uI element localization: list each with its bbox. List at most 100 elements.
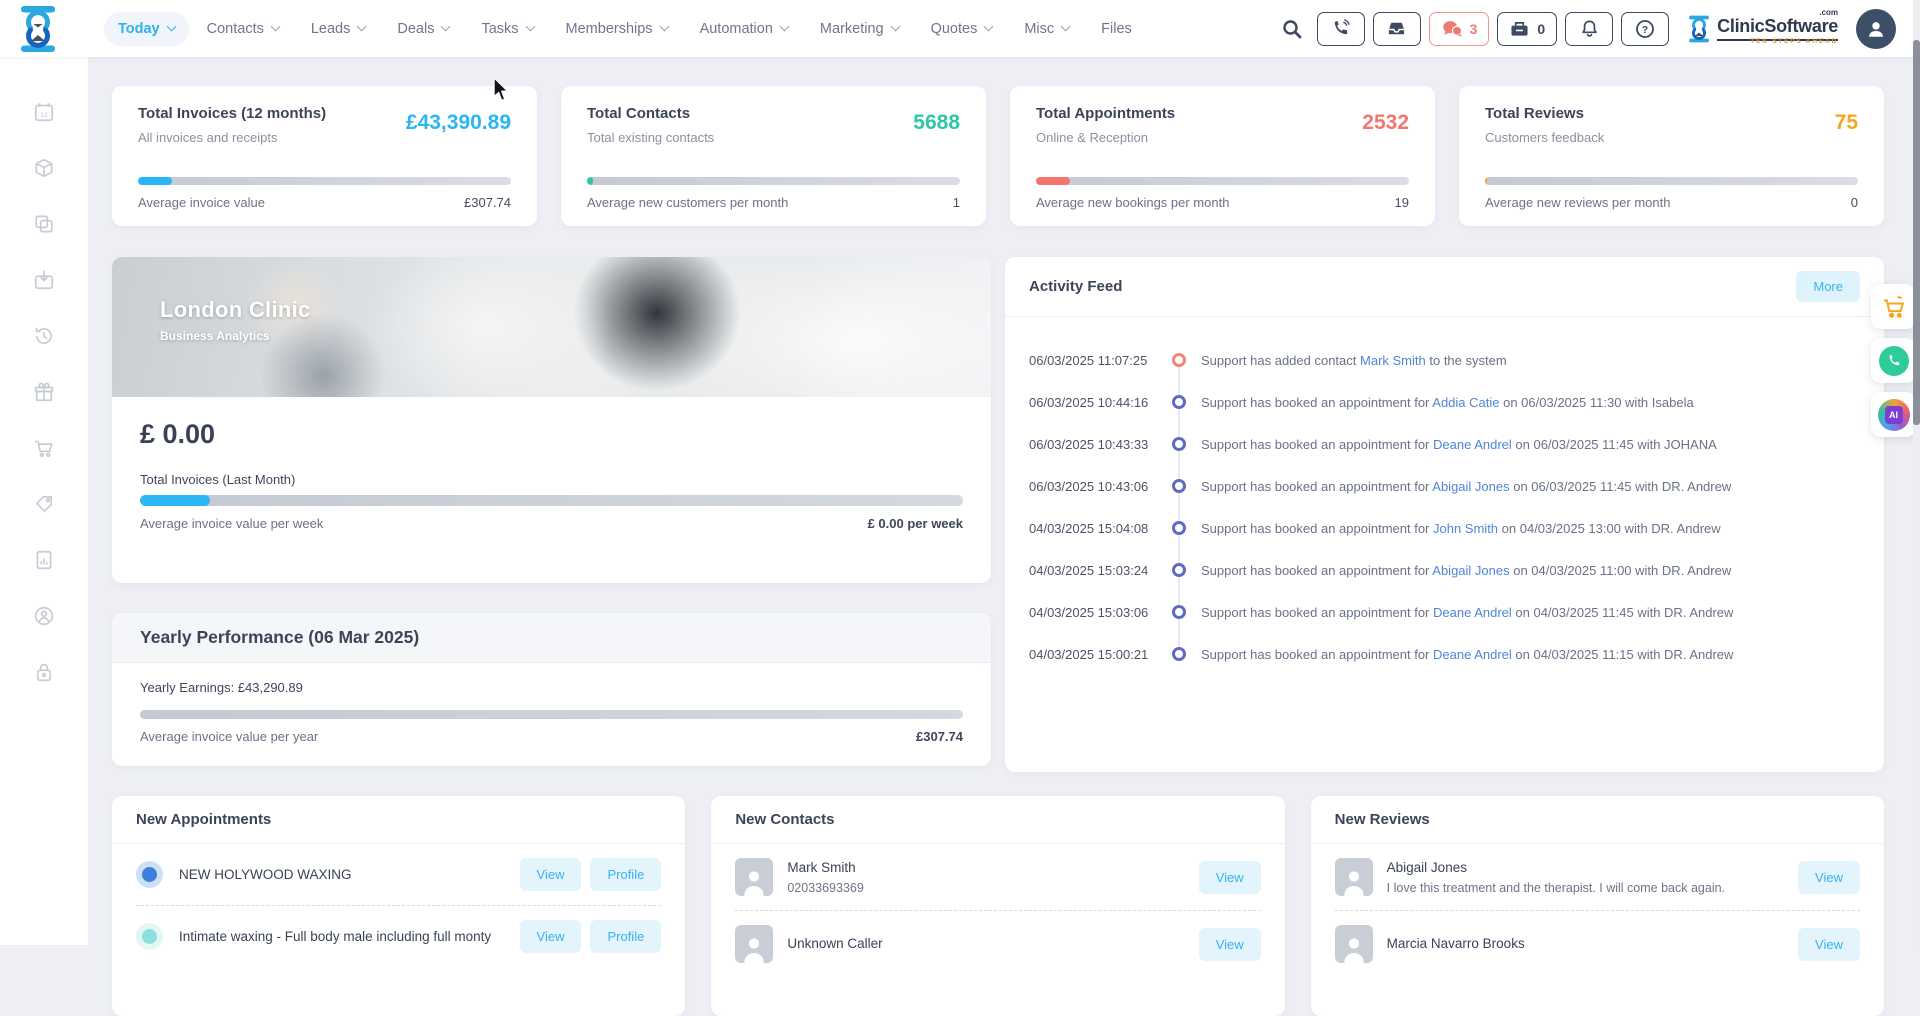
stat-card-invoices: Total Invoices (12 months) All invoices …: [112, 86, 537, 226]
contact-name: Unknown Caller: [787, 936, 882, 951]
appointment-row: NEW HOLYWOOD WAXING View Profile: [136, 844, 661, 905]
stat-progress-bar: [587, 177, 960, 185]
account-privacy-icon[interactable]: [33, 605, 55, 627]
contact-link[interactable]: Deane Andrel: [1433, 647, 1512, 662]
svg-text:?: ?: [1642, 24, 1648, 36]
inbox-calendar-icon[interactable]: [33, 269, 55, 291]
contact-link[interactable]: Deane Andrel: [1433, 437, 1512, 452]
nav-item-quotes[interactable]: Quotes: [917, 12, 1007, 46]
timeline-marker-icon: [1172, 395, 1186, 409]
contact-link[interactable]: Deane Andrel: [1433, 605, 1512, 620]
activity-time: 04/03/2025 15:00:21: [1029, 647, 1157, 662]
help-button[interactable]: ?: [1621, 12, 1669, 46]
bottom-row: New Appointments NEW HOLYWOOD WAXING Vie…: [112, 796, 1884, 1016]
nav-item-leads[interactable]: Leads: [297, 12, 380, 46]
pos-count-badge: 0: [1537, 21, 1545, 37]
reviewer-name: Abigail Jones: [1387, 860, 1467, 875]
nav-item-contacts[interactable]: Contacts: [193, 12, 293, 46]
cart-icon[interactable]: [33, 437, 55, 459]
nav-item-memberships[interactable]: Memberships: [552, 12, 682, 46]
nav-label: Deals: [397, 21, 434, 37]
main-nav: Today Contacts Leads Deals Tasks Members…: [104, 12, 1146, 46]
pos-button[interactable]: 0: [1497, 12, 1557, 46]
profile-button[interactable]: Profile: [590, 858, 661, 891]
nav-label: Contacts: [207, 21, 264, 37]
appointment-row: Intimate waxing - Full body male includi…: [136, 905, 661, 967]
report-chart-icon[interactable]: [33, 549, 55, 571]
contact-link[interactable]: Mark Smith: [1360, 353, 1426, 368]
stat-progress-bar: [1036, 177, 1409, 185]
new-appointments-card: New Appointments NEW HOLYWOOD WAXING Vie…: [112, 796, 685, 1016]
padlock-icon[interactable]: [33, 661, 55, 683]
stat-footer-value: 19: [1395, 195, 1409, 210]
timeline-marker-icon: [1172, 521, 1186, 535]
notifications-button[interactable]: [1565, 12, 1613, 46]
price-tag-icon[interactable]: [33, 493, 55, 515]
quick-whatsapp-button[interactable]: [1871, 338, 1916, 383]
activity-item: 04/03/2025 15:03:24 Support has booked a…: [1029, 549, 1860, 591]
nav-item-automation[interactable]: Automation: [686, 12, 802, 46]
view-button[interactable]: View: [520, 920, 582, 953]
contact-row: Unknown Caller View: [735, 910, 1260, 977]
nav-item-tasks[interactable]: Tasks: [467, 12, 547, 46]
contact-row: Mark Smith02033693369 View: [735, 844, 1260, 910]
chevron-down-icon: [659, 22, 669, 32]
search-icon[interactable]: [1275, 12, 1309, 46]
bell-icon: [1580, 19, 1599, 39]
yearly-earnings: Yearly Earnings: £43,290.89: [140, 680, 963, 695]
view-button[interactable]: View: [1199, 928, 1261, 961]
calendar-icon[interactable]: 12: [33, 101, 55, 123]
phone-button[interactable]: [1317, 12, 1365, 46]
brand-text: .com ClinicSoftware TEN STEPS AHEAD: [1717, 11, 1838, 46]
nav-item-files[interactable]: Files: [1087, 12, 1146, 46]
nav-item-today[interactable]: Today: [104, 12, 189, 46]
view-button[interactable]: View: [1798, 861, 1860, 894]
contact-link[interactable]: John Smith: [1433, 521, 1498, 536]
messages-button[interactable]: 3: [1429, 12, 1490, 46]
service-dot-icon: [136, 861, 163, 888]
chevron-down-icon: [166, 22, 176, 32]
package-icon[interactable]: [33, 157, 55, 179]
middle-row: London Clinic Business Analytics £ 0.00 …: [112, 257, 1884, 772]
activity-time: 04/03/2025 15:03:06: [1029, 605, 1157, 620]
quick-ai-button[interactable]: AI: [1871, 392, 1916, 437]
inbox-button[interactable]: [1373, 12, 1421, 46]
history-icon[interactable]: [33, 325, 55, 347]
view-button[interactable]: View: [1798, 928, 1860, 961]
contact-link[interactable]: Addia Catie: [1432, 395, 1499, 410]
profile-button[interactable]: Profile: [590, 920, 661, 953]
activity-time: 06/03/2025 11:07:25: [1029, 353, 1157, 368]
view-button[interactable]: View: [1199, 861, 1261, 894]
chevron-down-icon: [270, 22, 280, 32]
view-button[interactable]: View: [520, 858, 582, 891]
nav-item-misc[interactable]: Misc: [1010, 12, 1083, 46]
help-icon: ?: [1635, 19, 1655, 39]
nav-label: Marketing: [820, 21, 884, 37]
stat-value: £43,390.89: [406, 111, 511, 145]
stat-footer-value: 0: [1851, 195, 1858, 210]
stat-footer-value: £307.74: [464, 195, 511, 210]
contact-link[interactable]: Abigail Jones: [1432, 479, 1509, 494]
activity-time: 06/03/2025 10:43:33: [1029, 437, 1157, 452]
copy-icon[interactable]: [33, 213, 55, 235]
topbar: Today Contacts Leads Deals Tasks Members…: [0, 0, 1920, 57]
avatar: [1335, 925, 1373, 963]
yearly-progress-bar: [140, 710, 963, 719]
scrollbar-thumb[interactable]: [1913, 40, 1920, 425]
nav-item-marketing[interactable]: Marketing: [806, 12, 913, 46]
gift-icon[interactable]: [33, 381, 55, 403]
nav-label: Leads: [311, 21, 351, 37]
timeline-marker-icon: [1172, 479, 1186, 493]
user-avatar[interactable]: [1856, 9, 1896, 49]
timeline-marker-icon: [1172, 647, 1186, 661]
nav-label: Automation: [700, 21, 773, 37]
clinicsoftware-brand[interactable]: .com ClinicSoftware TEN STEPS AHEAD: [1687, 11, 1838, 46]
clinicsoftware-logo-icon[interactable]: [16, 5, 60, 53]
brand-hourglass-icon: [1687, 15, 1711, 43]
activity-more-button[interactable]: More: [1796, 271, 1860, 302]
contact-link[interactable]: Abigail Jones: [1432, 563, 1509, 578]
stat-footer-label: Average invoice value: [138, 195, 265, 210]
avatar: [735, 858, 773, 896]
quick-cart-button[interactable]: [1871, 284, 1916, 329]
nav-item-deals[interactable]: Deals: [383, 12, 463, 46]
